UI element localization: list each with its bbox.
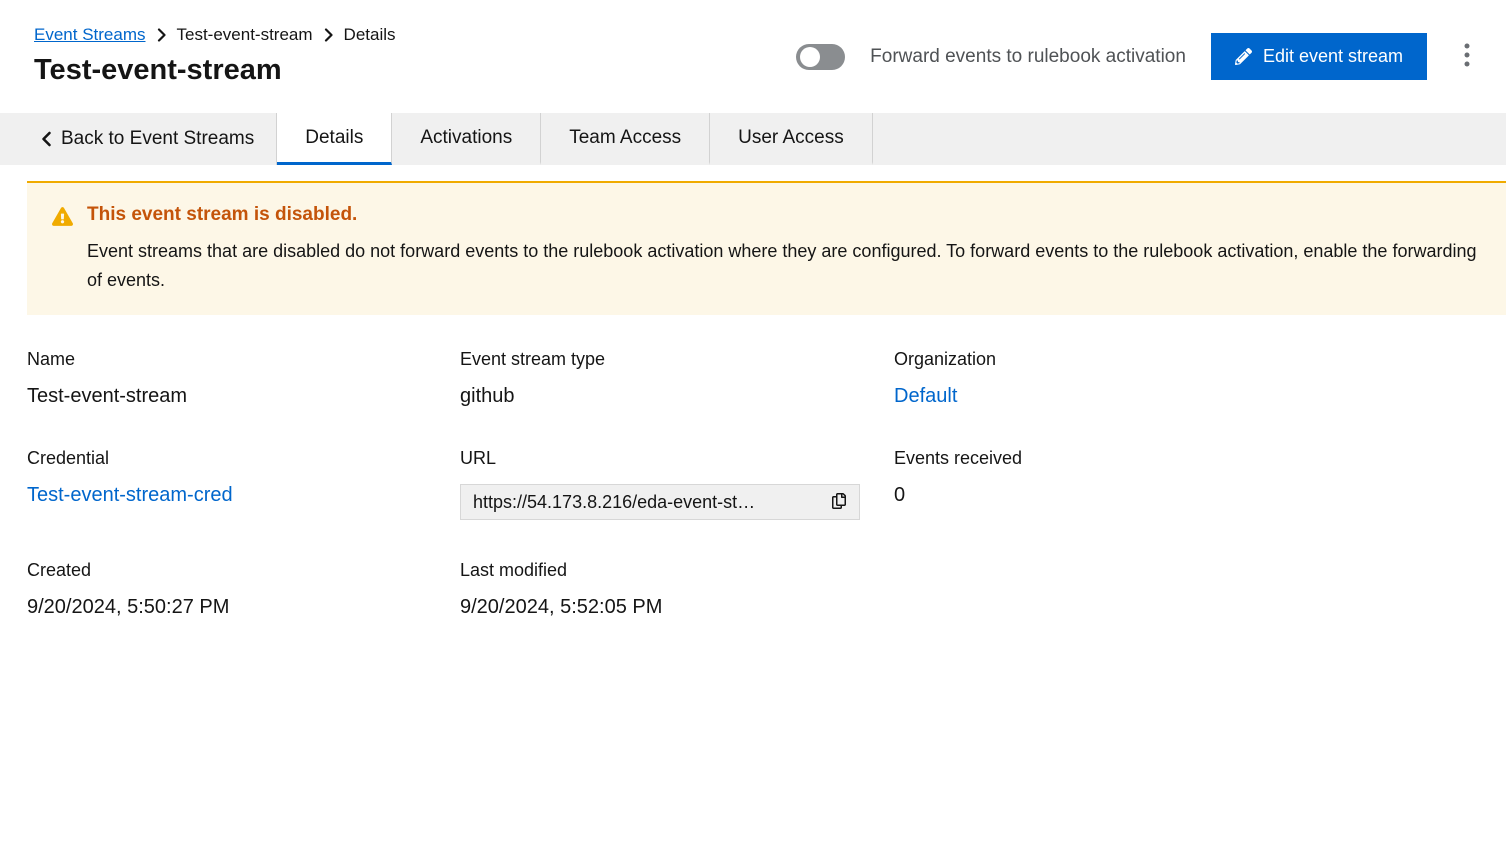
field-value: 0 — [894, 484, 1482, 507]
kebab-menu-button[interactable] — [1452, 35, 1482, 78]
back-to-event-streams-label: Back to Event Streams — [61, 128, 254, 150]
warning-triangle-icon — [52, 207, 73, 226]
ellipsis-vertical-icon — [1464, 43, 1470, 70]
alert-content: This event stream is disabled. Event str… — [87, 204, 1480, 295]
header-left: Event Streams Test-event-stream Details … — [34, 25, 396, 87]
event-stream-details-page: Event Streams Test-event-stream Details … — [0, 0, 1506, 855]
field-label: Credential — [27, 448, 460, 469]
alert-title: This event stream is disabled. — [87, 204, 1480, 226]
alert-description: Event streams that are disabled do not f… — [87, 237, 1480, 295]
breadcrumb: Event Streams Test-event-stream Details — [34, 25, 396, 45]
field-events-received: Events received 0 — [894, 448, 1482, 507]
chevron-right-icon — [157, 28, 166, 42]
field-organization: Organization Default — [894, 349, 1482, 408]
tab-team-access[interactable]: Team Access — [541, 113, 710, 165]
field-url: URL https://54.173.8.216/eda-event-st… — [460, 448, 894, 520]
field-label: Event stream type — [460, 349, 894, 370]
url-copy-box: https://54.173.8.216/eda-event-st… — [460, 484, 860, 520]
copy-icon — [832, 493, 846, 512]
field-created: Created 9/20/2024, 5:50:27 PM — [27, 560, 460, 619]
tab-bar: Back to Event Streams Details Activation… — [0, 113, 1506, 165]
page-header: Event Streams Test-event-stream Details … — [0, 0, 1506, 113]
toggle-knob — [800, 47, 820, 67]
field-credential: Credential Test-event-stream-cred — [27, 448, 460, 507]
credential-link[interactable]: Test-event-stream-cred — [27, 484, 233, 507]
field-name: Name Test-event-stream — [27, 349, 460, 408]
pencil-icon — [1235, 48, 1252, 65]
tab-details[interactable]: Details — [277, 113, 392, 165]
warning-alert: This event stream is disabled. Event str… — [27, 181, 1506, 315]
field-label: Last modified — [460, 560, 894, 581]
field-label: Name — [27, 349, 460, 370]
field-value: github — [460, 385, 894, 408]
copy-url-button[interactable] — [819, 485, 859, 519]
field-value: 9/20/2024, 5:50:27 PM — [27, 596, 460, 619]
forward-events-toggle[interactable] — [796, 44, 845, 70]
field-label: Organization — [894, 349, 1482, 370]
field-label: URL — [460, 448, 894, 469]
chevron-right-icon — [324, 28, 333, 42]
field-label: Events received — [894, 448, 1482, 469]
header-actions: Forward events to rulebook activation Ed… — [796, 33, 1482, 81]
breadcrumb-item-stream: Test-event-stream — [177, 25, 313, 45]
breadcrumb-link-event-streams[interactable]: Event Streams — [34, 25, 146, 45]
tab-activations[interactable]: Activations — [392, 113, 541, 165]
edit-event-stream-button[interactable]: Edit event stream — [1211, 33, 1427, 81]
breadcrumb-item-details: Details — [344, 25, 396, 45]
edit-button-label: Edit event stream — [1263, 46, 1403, 68]
field-label: Created — [27, 560, 460, 581]
field-value: Test-event-stream — [27, 385, 460, 408]
field-last-modified: Last modified 9/20/2024, 5:52:05 PM — [460, 560, 894, 619]
field-value: 9/20/2024, 5:52:05 PM — [460, 596, 894, 619]
forward-events-toggle-label: Forward events to rulebook activation — [870, 46, 1186, 68]
back-to-event-streams-button[interactable]: Back to Event Streams — [0, 113, 277, 165]
page-title: Test-event-stream — [34, 54, 396, 87]
chevron-left-icon — [40, 131, 52, 147]
field-event-stream-type: Event stream type github — [460, 349, 894, 408]
url-value: https://54.173.8.216/eda-event-st… — [461, 492, 819, 513]
tab-user-access[interactable]: User Access — [710, 113, 873, 165]
organization-link[interactable]: Default — [894, 385, 957, 408]
details-section: Name Test-event-stream Event stream type… — [0, 315, 1506, 643]
